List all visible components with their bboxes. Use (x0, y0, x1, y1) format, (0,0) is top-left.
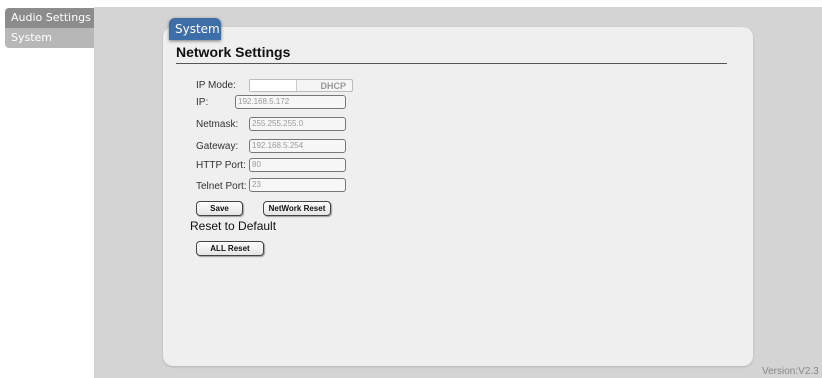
version-label: Version:V2.3 (762, 366, 819, 377)
ip-label: IP: (196, 97, 209, 108)
ip-field[interactable]: 192.168.5.172 (235, 95, 346, 109)
ip-mode-value: DHCP (320, 81, 346, 91)
all-reset-button[interactable]: ALL Reset (196, 241, 264, 256)
ip-mode-toggle[interactable]: DHCP (249, 79, 353, 92)
save-button[interactable]: Save (196, 201, 243, 216)
network-reset-button[interactable]: NetWork Reset (263, 201, 331, 216)
settings-panel (163, 27, 753, 366)
reset-to-default-title: Reset to Default (190, 219, 277, 233)
gateway-label: Gateway: (196, 141, 239, 152)
network-settings-title: Network Settings (176, 44, 291, 60)
gateway-field[interactable]: 192.168.5.254 (249, 139, 346, 153)
netmask-field[interactable]: 255.255.255.0 (249, 117, 346, 131)
sidebar-item-system-settings[interactable]: System Settings (5, 28, 94, 64)
sidebar: Audio Settings System Settings (0, 0, 94, 378)
sidebar-item-audio-settings[interactable]: Audio Settings (5, 8, 94, 28)
netmask-label: Netmask: (196, 119, 239, 130)
http-port-label: HTTP Port: (196, 160, 246, 171)
toggle-knob (250, 80, 297, 91)
http-port-field[interactable]: 80 (249, 158, 346, 172)
tab-system[interactable]: System (169, 18, 221, 40)
section-divider (176, 63, 727, 64)
ip-mode-label: IP Mode: (196, 80, 236, 91)
telnet-port-field[interactable]: 23 (249, 178, 346, 192)
telnet-port-label: Telnet Port: (196, 181, 247, 192)
